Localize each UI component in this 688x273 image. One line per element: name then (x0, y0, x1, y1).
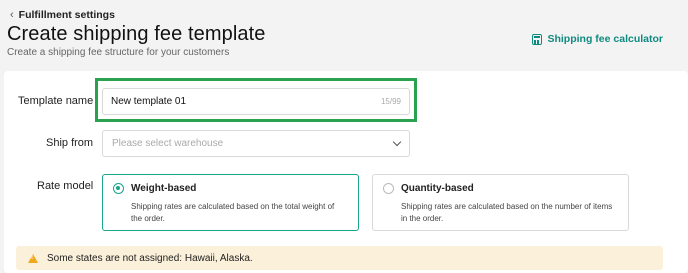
rate-model-label: Rate model (37, 180, 94, 192)
option-title: Quantity-based (401, 183, 474, 194)
template-name-input[interactable] (111, 96, 381, 107)
chevron-down-icon (392, 137, 402, 147)
radio-selected-icon[interactable] (113, 183, 124, 194)
template-name-label: Template name (18, 95, 94, 107)
template-name-field[interactable]: 15/99 (102, 88, 410, 115)
shipping-fee-calculator-link[interactable]: Shipping fee calculator (532, 33, 663, 45)
chevron-left-icon: ‹ (10, 9, 14, 21)
option-title: Weight-based (131, 183, 197, 194)
warning-icon (28, 253, 38, 263)
character-counter: 15/99 (380, 97, 401, 106)
rate-option-quantity-based[interactable]: Quantity-based Shipping rates are calcul… (372, 174, 629, 231)
warning-banner: Some states are not assigned: Hawaii, Al… (16, 246, 663, 270)
option-description: Shipping rates are calculated based on t… (131, 202, 335, 223)
calculator-icon (532, 33, 543, 45)
back-link[interactable]: ‹ Fulfillment settings (10, 9, 115, 21)
warehouse-select[interactable]: Please select warehouse (102, 130, 410, 157)
back-link-label: Fulfillment settings (18, 9, 115, 21)
option-description: Shipping rates are calculated based on t… (401, 202, 613, 223)
page-title: Create shipping fee template (7, 23, 266, 45)
radio-unselected-icon[interactable] (383, 183, 394, 194)
warning-text: Some states are not assigned: Hawaii, Al… (47, 252, 253, 264)
rate-option-weight-based[interactable]: Weight-based Shipping rates are calculat… (102, 174, 359, 231)
ship-from-label: Ship from (46, 137, 94, 149)
warehouse-select-placeholder: Please select warehouse (112, 138, 224, 149)
calculator-link-label: Shipping fee calculator (547, 33, 663, 45)
page-subtitle: Create a shipping fee structure for your… (7, 47, 230, 58)
